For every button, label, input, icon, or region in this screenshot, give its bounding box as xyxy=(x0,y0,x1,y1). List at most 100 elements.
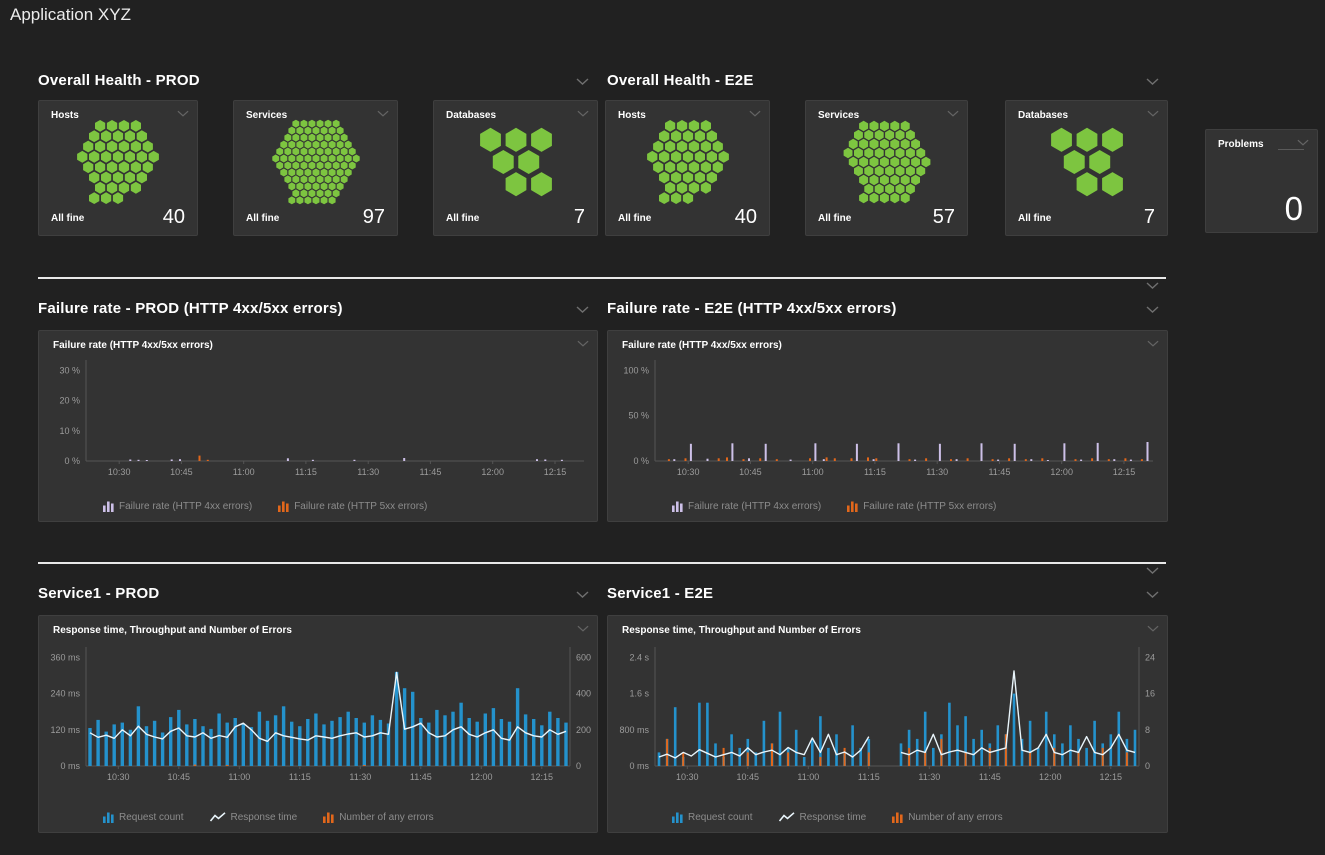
svg-text:12:00: 12:00 xyxy=(470,772,493,782)
bar-series-icon xyxy=(672,501,683,512)
honeycomb-chart[interactable] xyxy=(441,117,591,207)
problems-filter-line xyxy=(1278,149,1304,150)
chevron-down-icon[interactable] xyxy=(1146,306,1159,313)
legend-item[interactable]: Failure rate (HTTP 5xx errors) xyxy=(847,501,996,512)
chevron-down-icon[interactable] xyxy=(1146,591,1159,598)
legend-label: Request count xyxy=(119,812,184,823)
legend-item[interactable]: Request count xyxy=(672,812,753,823)
legend-label: Failure rate (HTTP 5xx errors) xyxy=(294,501,427,512)
legend-item[interactable]: Response time xyxy=(210,812,298,823)
legend-item[interactable]: Failure rate (HTTP 4xx errors) xyxy=(672,501,821,512)
problems-count: 0 xyxy=(1285,190,1303,228)
svg-text:12:00: 12:00 xyxy=(1039,772,1062,782)
chevron-down-icon[interactable] xyxy=(749,110,761,117)
chevron-down-icon[interactable] xyxy=(947,110,959,117)
chart-canvas[interactable]: 0 %10 %20 %30 %10:3010:4511:0011:1511:30… xyxy=(40,357,596,489)
chart-canvas[interactable]: 0 ms800 ms1.6 s2.4 s08162410:3010:4511:0… xyxy=(609,644,1165,794)
chevron-down-icon[interactable] xyxy=(1146,78,1159,85)
svg-text:600: 600 xyxy=(576,652,591,662)
legend-label: Request count xyxy=(688,812,753,823)
chevron-down-icon[interactable] xyxy=(377,110,389,117)
section-header-service1-prod: Service1 - PROD xyxy=(38,585,159,602)
status-label: All fine xyxy=(618,213,651,224)
svg-text:0: 0 xyxy=(576,761,581,771)
chevron-down-icon[interactable] xyxy=(577,340,589,347)
problems-tile[interactable]: Problems 0 xyxy=(1205,129,1318,233)
health-tile-databases-e2e[interactable]: Databases All fine 7 xyxy=(1005,100,1168,236)
chart-legend: Failure rate (HTTP 4xx errors) Failure ra… xyxy=(103,501,427,512)
legend-item[interactable]: Failure rate (HTTP 4xx errors) xyxy=(103,501,252,512)
chevron-down-icon[interactable] xyxy=(577,110,589,117)
status-label: All fine xyxy=(446,213,479,224)
response-time-line-icon xyxy=(779,812,795,823)
svg-text:30 %: 30 % xyxy=(59,365,80,375)
bar-series-icon xyxy=(847,501,858,512)
svg-text:10:30: 10:30 xyxy=(107,772,130,782)
dashboard: Application XYZ Overall Health - PROD Ov… xyxy=(0,0,1325,855)
chart-tile-service1-prod[interactable]: Response time, Throughput and Number of … xyxy=(38,615,598,833)
health-tile-hosts-prod[interactable]: Hosts All fine 40 xyxy=(38,100,198,236)
section-divider xyxy=(38,277,1166,279)
status-label: All fine xyxy=(1018,213,1051,224)
svg-text:11:00: 11:00 xyxy=(228,772,250,782)
legend-item[interactable]: Number of any errors xyxy=(323,812,433,823)
svg-text:11:15: 11:15 xyxy=(864,467,886,477)
section-divider xyxy=(38,562,1166,564)
chart-tile-failure-e2e[interactable]: Failure rate (HTTP 4xx/5xx errors) 0 %50… xyxy=(607,330,1168,522)
entity-count: 57 xyxy=(933,206,955,229)
entity-count: 40 xyxy=(735,206,757,229)
chart-tile-service1-e2e[interactable]: Response time, Throughput and Number of … xyxy=(607,615,1168,833)
chevron-down-icon[interactable] xyxy=(1147,340,1159,347)
svg-text:12:15: 12:15 xyxy=(1100,772,1123,782)
honeycomb-chart[interactable] xyxy=(43,117,193,207)
legend-item[interactable]: Failure rate (HTTP 5xx errors) xyxy=(278,501,427,512)
svg-text:360 ms: 360 ms xyxy=(50,652,80,662)
svg-text:0: 0 xyxy=(1145,761,1150,771)
health-tile-hosts-e2e[interactable]: Hosts All fine 40 xyxy=(605,100,770,236)
chevron-down-icon[interactable] xyxy=(577,625,589,632)
chart-legend: Failure rate (HTTP 4xx errors) Failure ra… xyxy=(672,501,996,512)
chevron-down-icon[interactable] xyxy=(576,306,589,313)
bar-series-icon xyxy=(103,812,114,823)
chevron-down-icon[interactable] xyxy=(1146,282,1159,289)
chevron-down-icon[interactable] xyxy=(1147,110,1159,117)
honeycomb-chart[interactable] xyxy=(613,117,763,207)
chart-tile-failure-prod[interactable]: Failure rate (HTTP 4xx/5xx errors) 0 %10… xyxy=(38,330,598,522)
honeycomb-chart[interactable] xyxy=(241,117,391,207)
legend-item[interactable]: Request count xyxy=(103,812,184,823)
legend-label: Response time xyxy=(800,812,867,823)
legend-label: Failure rate (HTTP 4xx errors) xyxy=(119,501,252,512)
health-tile-services-e2e[interactable]: Services All fine 57 xyxy=(805,100,968,236)
health-tile-services-prod[interactable]: Services All fine 97 xyxy=(233,100,398,236)
svg-text:0 %: 0 % xyxy=(64,456,80,466)
bar-series-icon xyxy=(323,812,334,823)
chevron-down-icon[interactable] xyxy=(177,110,189,117)
legend-label: Number of any errors xyxy=(339,812,433,823)
svg-text:10:45: 10:45 xyxy=(737,772,760,782)
chevron-down-icon[interactable] xyxy=(1297,139,1309,146)
chevron-down-icon[interactable] xyxy=(1146,567,1159,574)
entity-count: 7 xyxy=(574,206,585,229)
chevron-down-icon[interactable] xyxy=(1147,625,1159,632)
svg-text:11:15: 11:15 xyxy=(289,772,311,782)
chevron-down-icon[interactable] xyxy=(576,591,589,598)
svg-text:20 %: 20 % xyxy=(59,396,80,406)
honeycomb-chart[interactable] xyxy=(1012,117,1162,207)
bar-series-icon xyxy=(672,812,683,823)
health-tile-databases-prod[interactable]: Databases All fine 7 xyxy=(433,100,598,236)
svg-text:240 ms: 240 ms xyxy=(50,689,80,699)
honeycomb-chart[interactable] xyxy=(812,117,962,207)
response-time-line-icon xyxy=(210,812,226,823)
chart-canvas[interactable]: 0 ms120 ms240 ms360 ms020040060010:3010:… xyxy=(40,644,596,794)
svg-text:10:45: 10:45 xyxy=(168,772,191,782)
svg-text:10:30: 10:30 xyxy=(676,772,699,782)
svg-text:16: 16 xyxy=(1145,689,1155,699)
svg-text:400: 400 xyxy=(576,689,591,699)
chevron-down-icon[interactable] xyxy=(576,78,589,85)
legend-item[interactable]: Number of any errors xyxy=(892,812,1002,823)
svg-text:24: 24 xyxy=(1145,652,1155,662)
svg-text:11:30: 11:30 xyxy=(357,467,379,477)
chart-canvas[interactable]: 0 %50 %100 %10:3010:4511:0011:1511:3011:… xyxy=(609,357,1165,489)
svg-text:11:45: 11:45 xyxy=(979,772,1001,782)
legend-item[interactable]: Response time xyxy=(779,812,867,823)
